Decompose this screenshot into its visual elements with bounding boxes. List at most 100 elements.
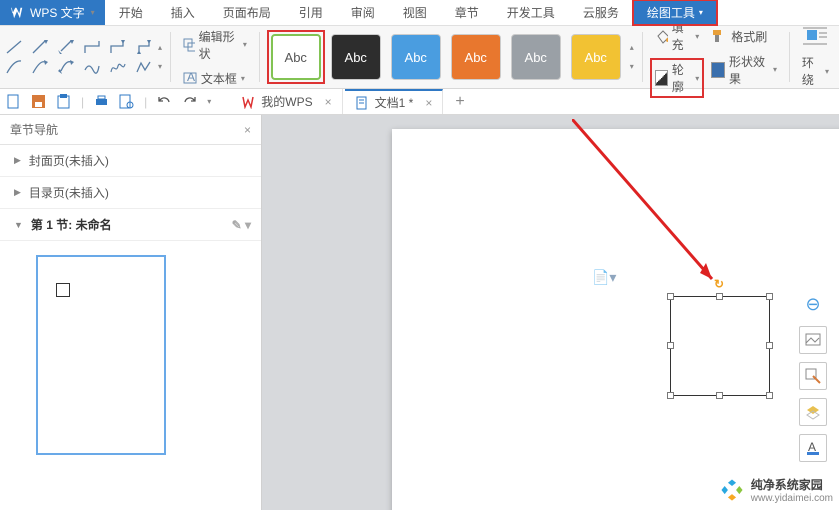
close-icon[interactable]: × xyxy=(425,96,432,110)
style-gallery-scroll[interactable]: ▴ ▾ xyxy=(630,43,634,71)
menu-review[interactable]: 审阅 xyxy=(337,0,389,25)
separator: | xyxy=(144,95,147,109)
chevron-up-icon[interactable]: ▴ xyxy=(630,43,634,52)
chevron-down-icon: ▾ xyxy=(243,40,247,49)
triangle-right-icon: ▶ xyxy=(14,155,21,166)
chevron-down-icon: ▾ xyxy=(241,74,245,83)
curve-arrow-icon[interactable] xyxy=(32,60,48,74)
resize-handle[interactable] xyxy=(766,293,773,300)
text-box-button[interactable]: A 文本框▾ xyxy=(179,68,251,89)
float-tool-color[interactable]: A xyxy=(799,434,827,462)
chevron-up-icon[interactable]: ▴ xyxy=(158,43,162,52)
quick-access-toolbar: | | ▾ 我的WPS × 文档1 * × + xyxy=(0,89,839,115)
nav-cover-page[interactable]: ▶封面页(未插入) xyxy=(0,145,261,177)
app-dropdown-icon[interactable]: ▾ xyxy=(91,8,95,17)
style-swatch-1[interactable]: Abc xyxy=(271,34,321,80)
menu-view[interactable]: 视图 xyxy=(389,0,441,25)
resize-handle[interactable] xyxy=(766,342,773,349)
style-swatch-6[interactable]: Abc xyxy=(571,34,621,80)
resize-handle[interactable] xyxy=(766,392,773,399)
annotation-arrow xyxy=(572,119,772,319)
resize-handle[interactable] xyxy=(667,392,674,399)
float-tool-image[interactable] xyxy=(799,326,827,354)
canvas[interactable]: 📄▾ ↻ ⊖ A xyxy=(262,115,839,510)
chevron-down-icon[interactable]: ▾ xyxy=(158,62,162,71)
menu-layout[interactable]: 页面布局 xyxy=(209,0,285,25)
separator xyxy=(642,32,643,82)
menu-insert[interactable]: 插入 xyxy=(157,0,209,25)
rotate-handle-icon[interactable]: ↻ xyxy=(714,277,724,291)
paste-icon[interactable] xyxy=(56,94,71,109)
elbow-arrow-icon[interactable] xyxy=(110,40,126,54)
separator: | xyxy=(81,95,84,109)
separator xyxy=(170,32,171,82)
freeform-icon[interactable] xyxy=(84,60,100,74)
resize-handle[interactable] xyxy=(716,392,723,399)
format-painter-button[interactable]: 格式刷 xyxy=(707,26,781,47)
selected-rectangle-shape[interactable]: ↻ xyxy=(670,296,770,396)
watermark-url: www.yidaimei.com xyxy=(751,493,833,504)
gallery-scroll[interactable]: ▴ ▾ xyxy=(158,43,162,71)
elbow-icon[interactable] xyxy=(84,40,100,54)
float-tool-edit[interactable] xyxy=(799,362,827,390)
style-swatch-5[interactable]: Abc xyxy=(511,34,561,80)
print-icon[interactable] xyxy=(94,94,109,109)
arrow-line-icon[interactable] xyxy=(32,40,48,54)
undo-icon[interactable] xyxy=(157,94,172,109)
new-tab-button[interactable]: + xyxy=(445,93,474,111)
float-tool-layer[interactable] xyxy=(799,398,827,426)
section-nav-panel: 章节导航 × ▶封面页(未插入) ▶目录页(未插入) ▼第 1 节: 未命名✎ … xyxy=(0,115,262,510)
menu-section[interactable]: 章节 xyxy=(441,0,493,25)
scribble-icon[interactable] xyxy=(110,60,126,74)
watermark-logo-icon xyxy=(719,477,745,503)
resize-handle[interactable] xyxy=(716,293,723,300)
tab-doc1[interactable]: 文档1 * × xyxy=(345,89,444,114)
chevron-down-icon: ▾ xyxy=(825,67,829,76)
style-swatch-3[interactable]: Abc xyxy=(391,34,441,80)
svg-text:A: A xyxy=(187,71,195,84)
qat-dropdown-icon[interactable]: ▾ xyxy=(207,97,211,106)
save-icon[interactable] xyxy=(31,94,46,109)
tab-my-wps[interactable]: 我的WPS × xyxy=(231,89,342,114)
line-icon[interactable] xyxy=(6,40,22,54)
close-icon[interactable]: × xyxy=(244,123,251,137)
nav-toc-page[interactable]: ▶目录页(未插入) xyxy=(0,177,261,209)
chevron-down-icon[interactable]: ▾ xyxy=(630,62,634,71)
triangle-down-icon: ▼ xyxy=(14,220,23,230)
elbow-double-arrow-icon[interactable] xyxy=(136,40,152,54)
app-name: WPS 文字 xyxy=(30,4,85,21)
svg-text:A: A xyxy=(808,440,816,454)
document-page[interactable]: 📄▾ ↻ xyxy=(392,129,839,510)
resize-handle[interactable] xyxy=(667,293,674,300)
wps-tab-icon xyxy=(241,95,255,109)
shape-effects-button[interactable]: 形状效果▾ xyxy=(707,51,781,89)
pencil-icon[interactable]: ✎ ▾ xyxy=(232,218,251,232)
style-swatch-4[interactable]: Abc xyxy=(451,34,501,80)
outline-button[interactable]: 轮廓▾ xyxy=(651,59,704,97)
wrap-button[interactable]: 环绕▾ xyxy=(798,52,833,90)
curve-icon[interactable] xyxy=(6,60,22,74)
watermark: 纯净系统家园 www.yidaimei.com xyxy=(719,476,833,504)
menu-reference[interactable]: 引用 xyxy=(285,0,337,25)
menu-devtools[interactable]: 开发工具 xyxy=(493,0,569,25)
new-doc-icon[interactable] xyxy=(6,94,21,109)
edit-shape-button[interactable]: 编辑形状▾ xyxy=(179,26,251,64)
collapse-tools-button[interactable]: ⊖ xyxy=(799,290,827,318)
double-arrow-icon[interactable] xyxy=(58,40,74,54)
app-label: WPS 文字 ▾ xyxy=(0,0,105,25)
redo-icon[interactable] xyxy=(182,94,197,109)
polyline-icon[interactable] xyxy=(136,60,152,74)
menu-drawing-tools[interactable]: 绘图工具▾ xyxy=(633,0,717,25)
resize-handle[interactable] xyxy=(667,342,674,349)
triangle-right-icon: ▶ xyxy=(14,187,21,198)
nav-section-1[interactable]: ▼第 1 节: 未命名✎ ▾ xyxy=(0,209,261,241)
page-thumbnail[interactable] xyxy=(36,255,166,455)
menu-cloud[interactable]: 云服务 xyxy=(569,0,633,25)
menu-start[interactable]: 开始 xyxy=(105,0,157,25)
line-shapes-gallery[interactable] xyxy=(6,40,152,74)
print-preview-icon[interactable] xyxy=(119,94,134,109)
style-swatch-2[interactable]: Abc xyxy=(331,34,381,80)
floating-shape-tools: ⊖ A xyxy=(799,290,827,462)
curve-double-arrow-icon[interactable] xyxy=(58,60,74,74)
close-icon[interactable]: × xyxy=(325,95,332,109)
